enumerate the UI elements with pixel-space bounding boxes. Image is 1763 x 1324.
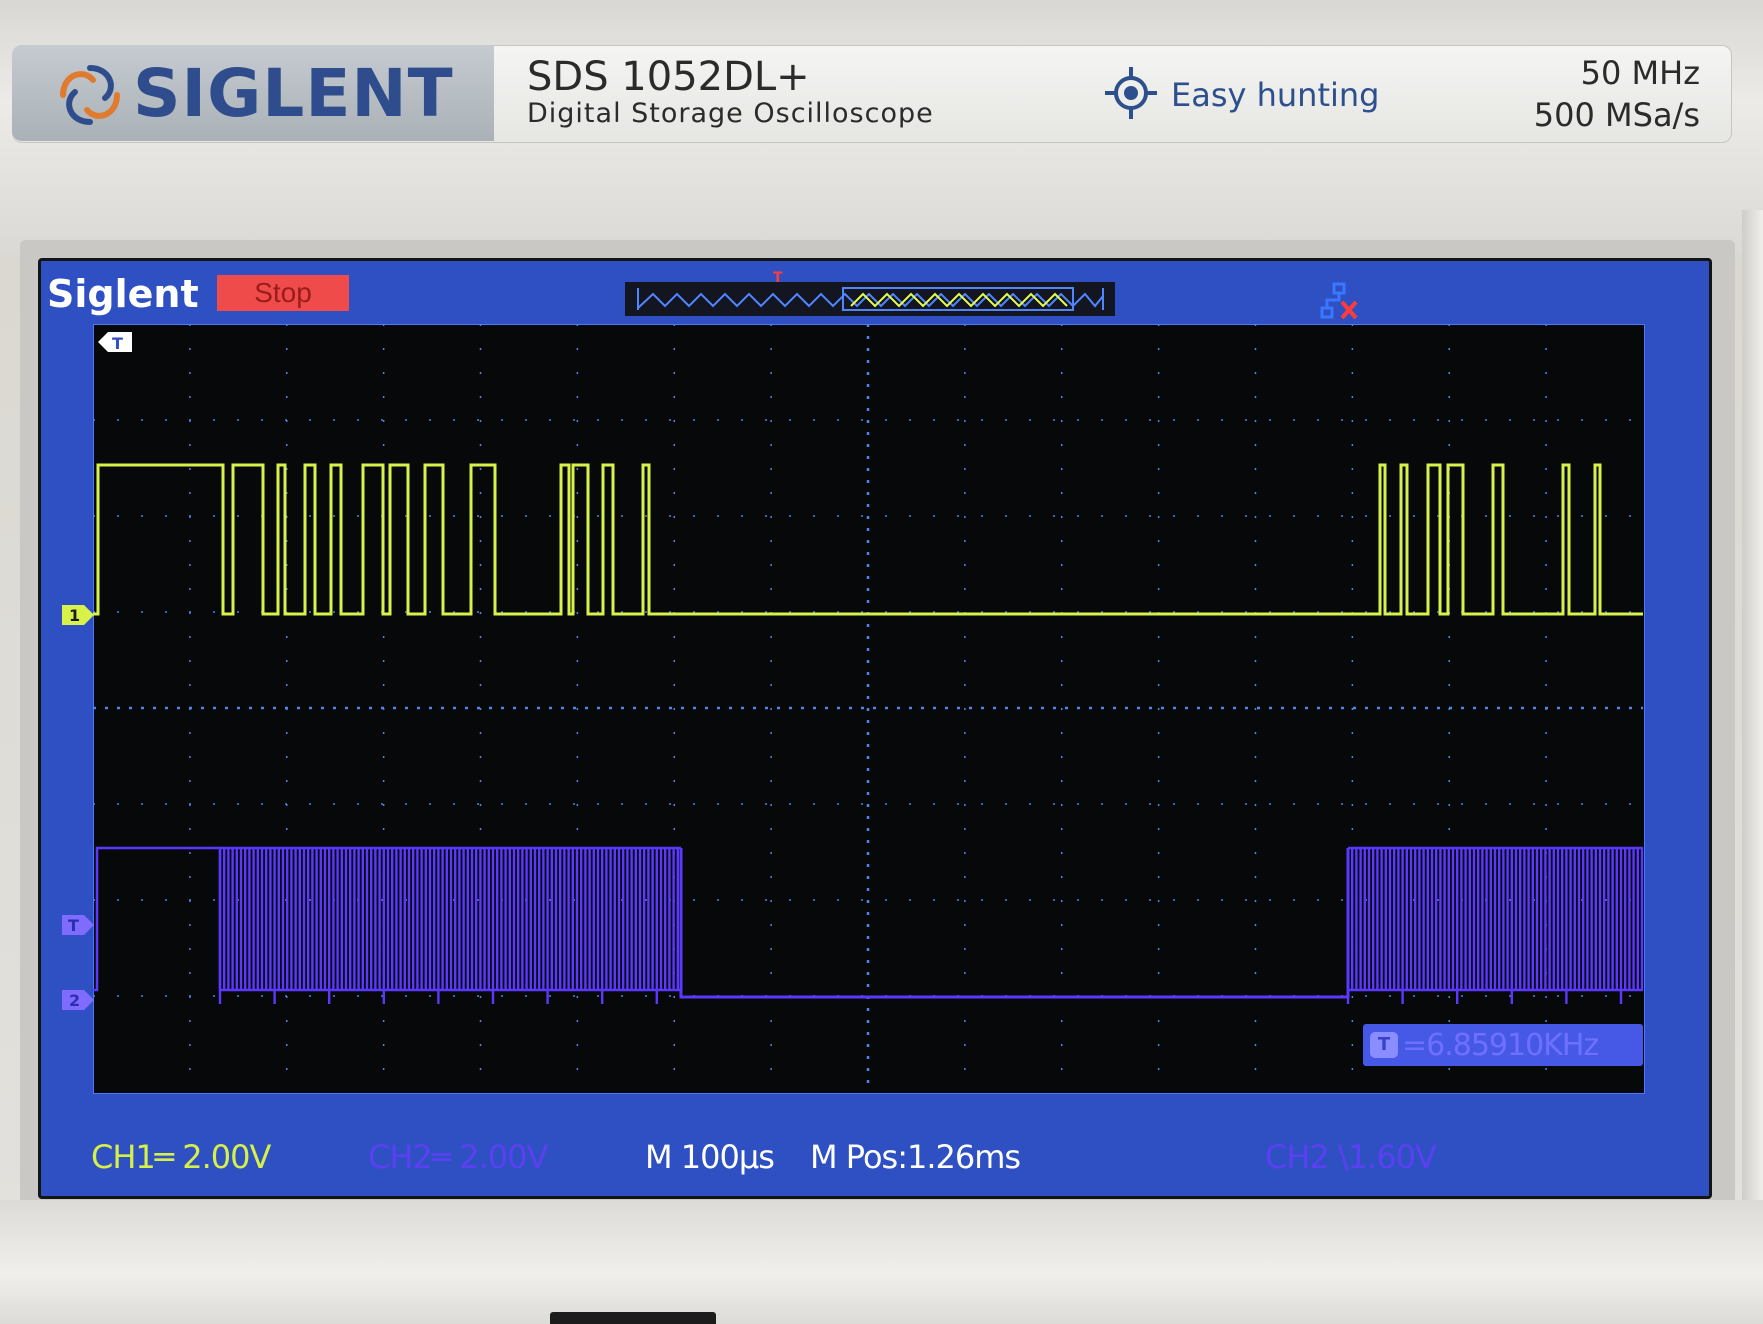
- ch2-scale[interactable]: CH2═ 2.00V: [368, 1138, 548, 1176]
- bandwidth-label: 50 MHz: [1580, 54, 1700, 92]
- trigger-frequency-icon: T: [1370, 1032, 1398, 1058]
- frequency-readout: =6.85910KHz: [1402, 1028, 1599, 1063]
- ch2-marker-label: 2: [69, 991, 80, 1010]
- trigger-level-marker-icon[interactable]: T: [60, 913, 96, 937]
- easy-hunting-label: Easy hunting: [1171, 76, 1380, 114]
- siglent-swirl-icon: [60, 65, 120, 125]
- crosshair-icon: [1105, 67, 1157, 119]
- horizontal-position[interactable]: M Pos:1.26ms: [810, 1138, 1021, 1176]
- bezel-right-edge: [1742, 210, 1763, 1250]
- ch2-trace-segment: [1346, 848, 1644, 1004]
- ch1-trace: [93, 463, 1643, 616]
- sample-rate-label: 500 MSa/s: [1533, 96, 1700, 134]
- ch1-scale[interactable]: CH1═ 2.00V: [91, 1138, 271, 1176]
- ch1-marker-label: 1: [69, 606, 80, 625]
- waveform-display: [93, 324, 1644, 1092]
- trigger-setting[interactable]: CH2 \1.60V: [1265, 1138, 1437, 1176]
- run-state-badge[interactable]: Stop: [217, 275, 349, 311]
- memory-depth-indicator: [637, 287, 1104, 311]
- trigger-corner-label: T: [112, 334, 123, 353]
- ch1-marker-icon[interactable]: 1: [60, 603, 96, 627]
- trigger-corner-icon: T: [98, 332, 132, 353]
- model-name: SDS 1052DL+: [527, 54, 810, 100]
- network-icon: [1320, 282, 1358, 320]
- ch2-trace-segment: [679, 848, 1350, 999]
- trigger-marker-label: T: [68, 916, 79, 935]
- ch2-trace-segment: [218, 848, 679, 1004]
- trigger-position-marker: T: [773, 270, 783, 286]
- ch2-trace-segment: [93, 846, 222, 992]
- screen-brand: Siglent: [47, 272, 199, 316]
- bezel-bottom: [0, 1200, 1763, 1324]
- model-subtitle: Digital Storage Oscilloscope: [527, 98, 934, 129]
- brand-logo: SIGLENT: [133, 55, 454, 132]
- bottom-slot: [550, 1312, 716, 1324]
- timebase[interactable]: M 100µs: [645, 1138, 775, 1176]
- ch2-marker-icon[interactable]: 2: [60, 988, 96, 1012]
